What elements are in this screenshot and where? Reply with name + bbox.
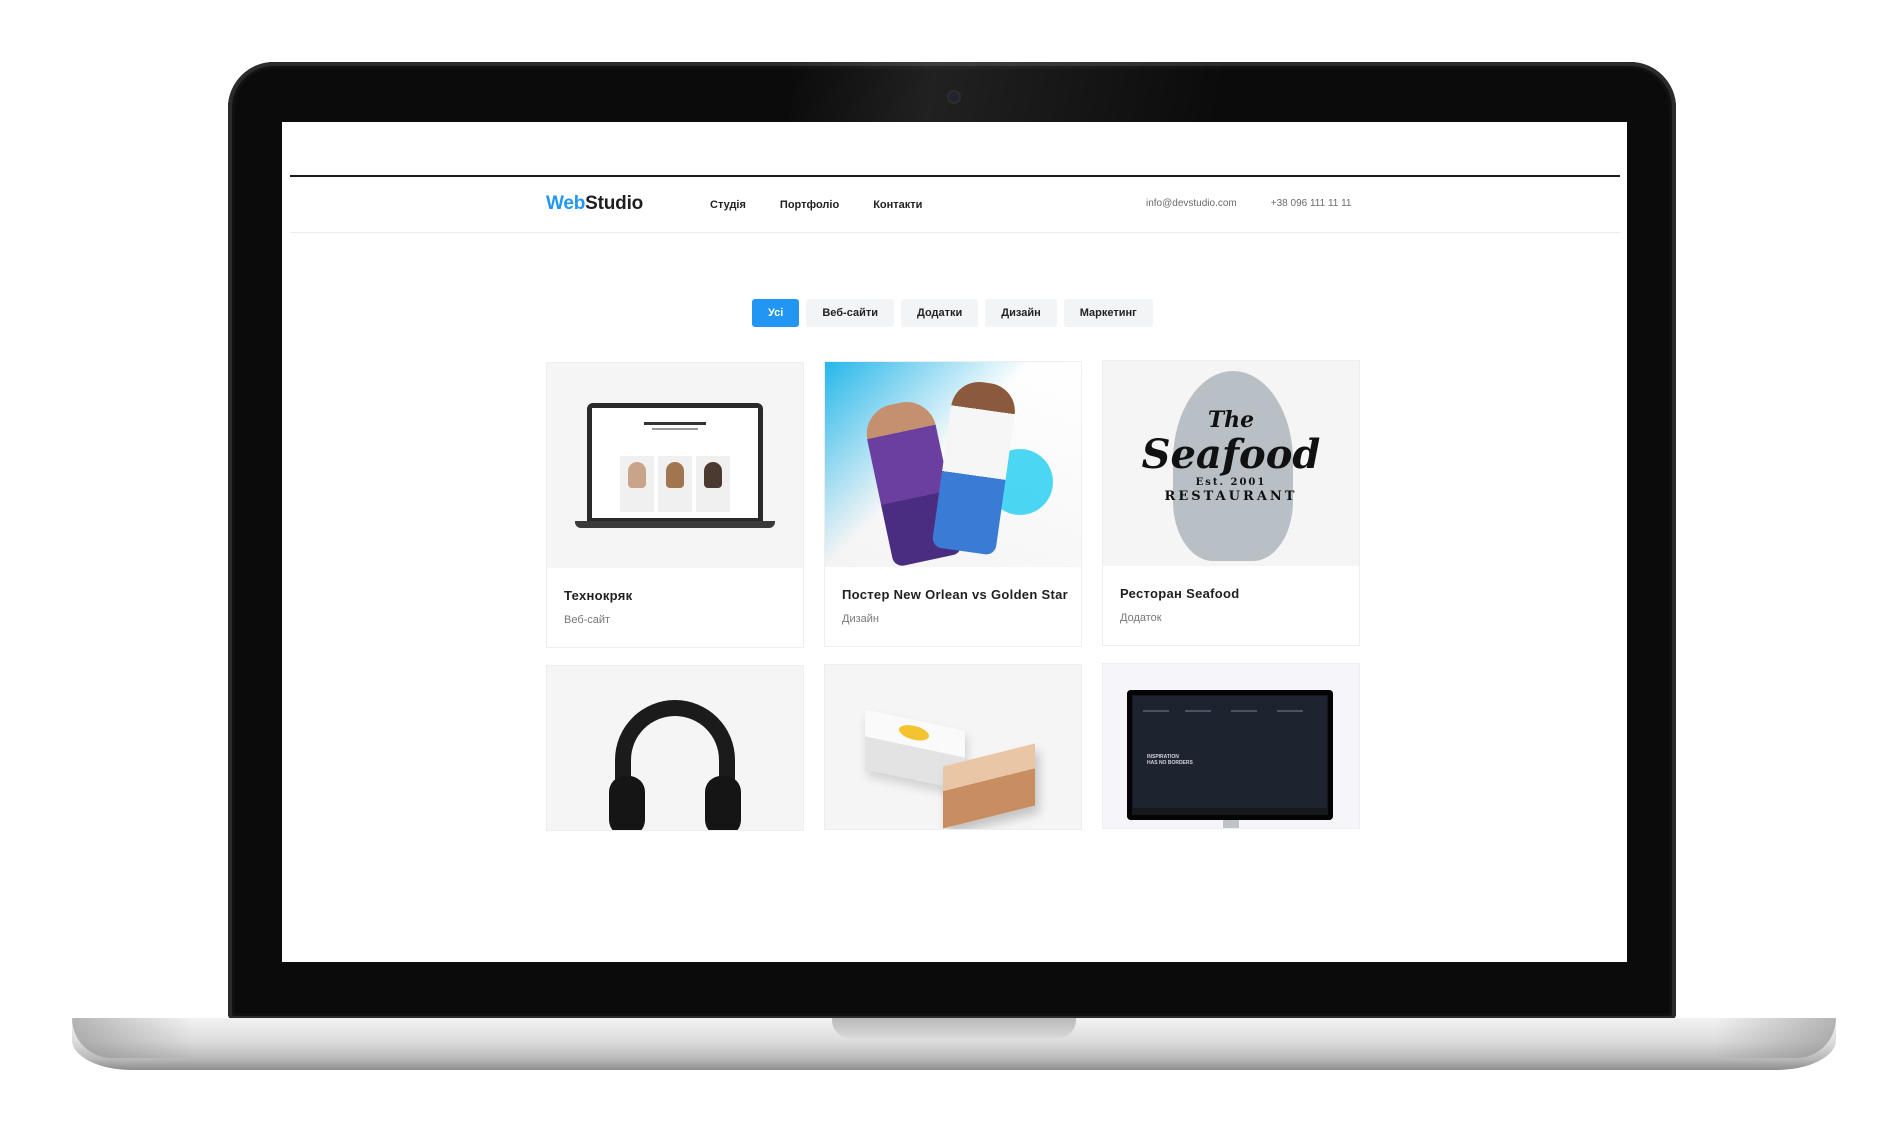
portfolio-card[interactable]: Технокряк Веб-сайт bbox=[546, 362, 804, 648]
portfolio-card[interactable] bbox=[546, 665, 804, 831]
laptop-notch bbox=[832, 1018, 1076, 1038]
filter-apps[interactable]: Додатки bbox=[900, 299, 979, 327]
monitor-mockup-image: INSPIRATION HAS NO BORDERS bbox=[1127, 690, 1333, 820]
card-thumbnail: INSPIRATION HAS NO BORDERS bbox=[1103, 664, 1359, 828]
card-title: Технокряк bbox=[564, 588, 633, 603]
filter-design[interactable]: Дизайн bbox=[985, 299, 1057, 327]
logo-est: Est. 2001 bbox=[1195, 477, 1267, 488]
portfolio-card[interactable]: The Seafood Est. 2001 RESTAURANT Рестора… bbox=[1102, 360, 1360, 646]
card-thumbnail bbox=[825, 665, 1081, 829]
logo-restaurant: RESTAURANT bbox=[1164, 489, 1298, 504]
filter-marketing[interactable]: Маркетинг bbox=[1063, 299, 1153, 327]
card-title: Постер New Orlean vs Golden Star bbox=[842, 587, 1068, 602]
card-category: Веб-сайт bbox=[564, 614, 611, 626]
site-header: WebStudio Студія Портфоліо Контакти info… bbox=[290, 177, 1620, 233]
filter-websites[interactable]: Веб-сайти bbox=[806, 299, 894, 327]
laptop-base-shade bbox=[72, 1018, 192, 1058]
email-link[interactable]: info@devstudio.com bbox=[1146, 198, 1237, 209]
nav-link-portfolio[interactable]: Портфоліо bbox=[780, 199, 839, 211]
card-thumbnail bbox=[547, 363, 803, 568]
logo-the: The bbox=[1207, 407, 1255, 433]
portfolio-card[interactable]: INSPIRATION HAS NO BORDERS bbox=[1102, 663, 1360, 829]
portfolio-card[interactable] bbox=[824, 664, 1082, 830]
laptop-screen: WebStudio Студія Портфоліо Контакти info… bbox=[282, 122, 1627, 962]
portfolio-filters: Усі Веб-сайти Додатки Дизайн Маркетинг bbox=[752, 299, 1153, 327]
site-logo[interactable]: WebStudio bbox=[546, 193, 643, 215]
logo-seafood: Seafood bbox=[1141, 431, 1321, 478]
card-thumbnail bbox=[547, 666, 803, 830]
laptop-mockup-image bbox=[575, 403, 775, 528]
nav-link-contacts[interactable]: Контакти bbox=[873, 199, 922, 211]
filter-all[interactable]: Усі bbox=[752, 299, 800, 327]
card-category: Дизайн bbox=[842, 613, 879, 625]
card-title: Ресторан Seafood bbox=[1120, 586, 1240, 601]
card-thumbnail bbox=[825, 362, 1081, 567]
lid-glare bbox=[790, 62, 1510, 122]
monitor-heading: INSPIRATION HAS NO BORDERS bbox=[1147, 754, 1193, 766]
webcam-icon bbox=[949, 92, 959, 102]
portfolio-card[interactable]: Постер New Orlean vs Golden Star Дизайн bbox=[824, 361, 1082, 647]
card-thumbnail: The Seafood Est. 2001 RESTAURANT bbox=[1103, 361, 1359, 566]
main-nav: Студія Портфоліо Контакти bbox=[710, 199, 922, 211]
header-contacts: info@devstudio.com +38 096 111 11 11 bbox=[1146, 198, 1352, 209]
logo-text: Studio bbox=[585, 193, 644, 214]
logo-accent: Web bbox=[546, 193, 586, 214]
phone-link[interactable]: +38 096 111 11 11 bbox=[1271, 198, 1352, 209]
card-category: Додаток bbox=[1120, 612, 1162, 624]
nav-link-studio[interactable]: Студія bbox=[710, 199, 746, 211]
